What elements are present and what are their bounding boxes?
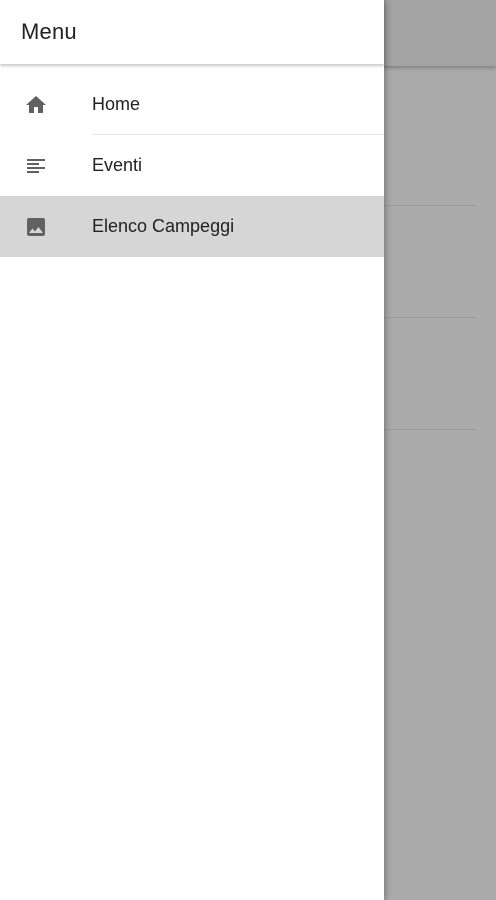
app-screen: Menu Home Eventi Elenco Campeggi [0,0,496,900]
background-list-divider [384,429,476,430]
drawer-menu: Home Eventi Elenco Campeggi [0,64,384,257]
menu-item-label: Elenco Campeggi [92,216,235,236]
navigation-drawer: Menu Home Eventi Elenco Campeggi [0,0,384,900]
home-icon [23,92,49,118]
menu-item-home[interactable]: Home [0,74,384,135]
drawer-header: Menu [0,0,384,64]
image-icon [23,214,49,240]
background-list-divider [384,317,476,318]
drawer-title: Menu [21,19,77,44]
background-list-divider [384,205,476,206]
menu-item-label: Eventi [92,155,143,175]
menu-item-elenco-campeggi[interactable]: Elenco Campeggi [0,196,384,257]
menu-item-label: Home [92,94,141,114]
menu-item-eventi[interactable]: Eventi [0,135,384,196]
notes-icon [23,153,49,179]
